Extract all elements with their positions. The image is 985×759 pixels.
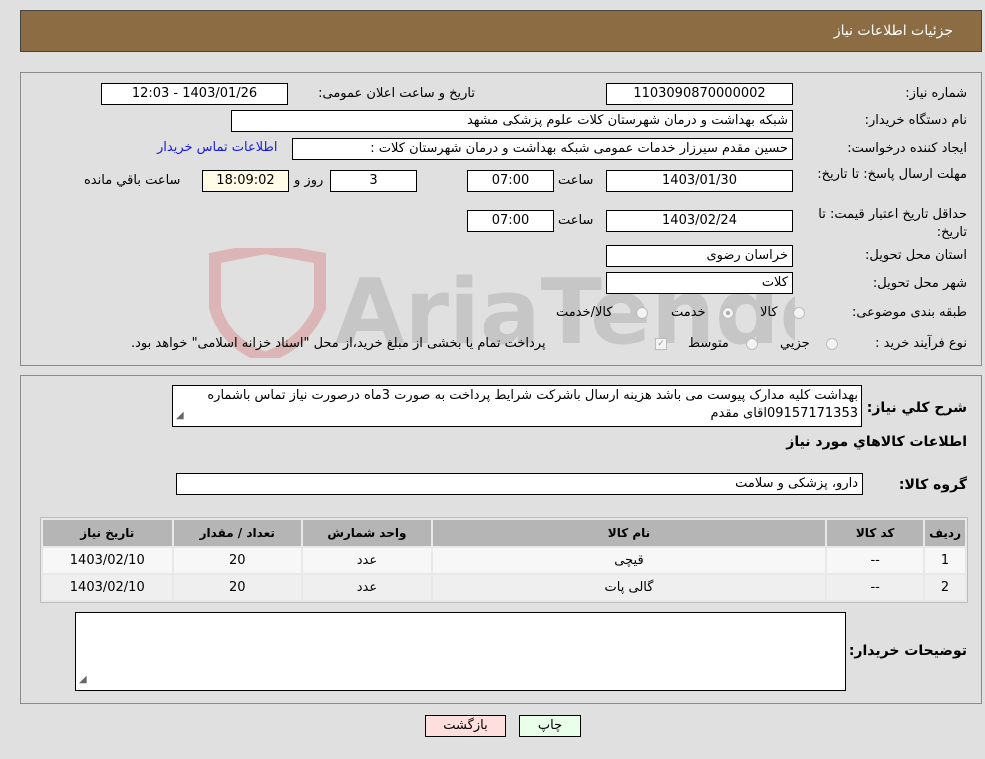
cell-goods-code: -- <box>827 548 924 573</box>
remaining-time-label: ساعت باقي مانده <box>84 173 181 188</box>
col-goods-name: نام کالا <box>432 520 826 546</box>
response-deadline-time-label: ساعت <box>558 173 594 188</box>
goods-group-field[interactable]: دارو، پزشکی و سلامت <box>176 473 863 495</box>
description-label: شرح كلي نياز: <box>866 400 967 416</box>
cell-unit: عدد <box>302 575 431 600</box>
delivery-province-label: استان محل تحویل: <box>865 248 967 263</box>
announce-datetime-label: تاریخ و ساعت اعلان عمومی: <box>318 86 475 101</box>
purchase-option-medium: متوسط <box>688 336 729 351</box>
col-need-date: تاریخ نیاز <box>43 520 172 546</box>
category-option-service: خدمت <box>671 305 706 320</box>
buyer-org-field[interactable]: شبکه بهداشت و درمان شهرستان کلات علوم پز… <box>231 110 793 132</box>
cell-quantity: 20 <box>173 575 301 600</box>
resize-grip-icon[interactable]: ◢ <box>176 407 184 425</box>
table-header-row: ردیف کد کالا نام کالا واحد شمارش تعداد /… <box>43 520 965 546</box>
purchase-radio-minor[interactable] <box>826 338 838 350</box>
announce-datetime-field[interactable]: 1403/01/26 - 12:03 <box>101 83 288 105</box>
col-quantity: تعداد / مقدار <box>173 520 301 546</box>
remaining-days-field[interactable]: 3 <box>330 170 417 192</box>
table-row: 2 -- گالی پات عدد 20 1403/02/10 <box>43 575 965 600</box>
remaining-time-field[interactable]: 18:09:02 <box>202 170 289 192</box>
print-button[interactable]: چاپ <box>519 715 581 737</box>
cell-goods-code: -- <box>827 575 924 600</box>
category-radio-goods-service[interactable] <box>636 307 648 319</box>
cell-need-date: 1403/02/10 <box>43 548 172 573</box>
buyer-notes-label: توضیحات خریدار: <box>848 643 967 659</box>
cell-quantity: 20 <box>173 548 301 573</box>
back-button[interactable]: بازگشت <box>425 715 506 737</box>
col-goods-code: کد کالا <box>827 520 924 546</box>
delivery-city-label: شهر محل تحویل: <box>872 276 967 291</box>
cell-need-date: 1403/02/10 <box>43 575 172 600</box>
cell-unit: عدد <box>302 548 431 573</box>
purchase-radio-medium[interactable] <box>746 338 758 350</box>
price-validity-time-label: ساعت <box>558 213 594 228</box>
buyer-notes-textarea[interactable]: ◢ <box>75 612 846 691</box>
items-table: ردیف کد کالا نام کالا واحد شمارش تعداد /… <box>40 517 968 603</box>
goods-section-title: اطلاعات كالاهاي مورد نياز <box>786 434 967 450</box>
response-deadline-date[interactable]: 1403/01/30 <box>606 170 793 192</box>
delivery-province-field[interactable]: خراسان رضوی <box>606 245 793 267</box>
col-row-number: ردیف <box>925 520 965 546</box>
buyer-org-label: نام دستگاه خریدار: <box>864 113 967 128</box>
category-radio-service[interactable] <box>722 307 734 319</box>
col-unit: واحد شمارش <box>302 520 431 546</box>
treasury-checkbox-label: پرداخت تمام یا بخشی از مبلغ خرید،از محل … <box>131 336 546 351</box>
days-label: روز و <box>294 173 324 188</box>
category-option-goods: کالا <box>760 305 778 320</box>
need-number-label: شماره نیاز: <box>905 86 967 101</box>
price-validity-label: حداقل تاریخ اعتبار قیمت: تا تاریخ: <box>818 207 967 240</box>
cell-row-number: 2 <box>925 575 965 600</box>
description-textarea[interactable]: بهداشت کلیه مدارک پیوست می باشد هزینه ار… <box>172 385 862 427</box>
price-validity-time[interactable]: 07:00 <box>467 210 554 232</box>
purchase-option-minor: جزيي <box>780 336 810 351</box>
requester-label: ایجاد کننده درخواست: <box>847 141 967 156</box>
response-deadline-label: مهلت ارسال پاسخ: تا تاریخ: <box>817 167 967 182</box>
cell-goods-name: گالی پات <box>432 575 826 600</box>
category-option-goods-service: کالا/خدمت <box>556 305 613 320</box>
need-number-field[interactable]: 1103090870000002 <box>606 83 793 105</box>
requester-field[interactable]: حسین مقدم سیرزار خدمات عمومی شبکه بهداشت… <box>292 138 793 160</box>
resize-grip-icon[interactable]: ◢ <box>79 671 87 689</box>
purchase-type-label: نوع فرآیند خرید : <box>875 336 967 351</box>
table-row: 1 -- قیچی عدد 20 1403/02/10 <box>43 548 965 573</box>
goods-group-label: گروه کالا: <box>898 477 967 493</box>
page-header: جزئیات اطلاعات نیاز <box>20 10 982 52</box>
cell-goods-name: قیچی <box>432 548 826 573</box>
items-table-wrapper: ردیف کد کالا نام کالا واحد شمارش تعداد /… <box>40 517 968 603</box>
response-deadline-time[interactable]: 07:00 <box>467 170 554 192</box>
price-validity-date[interactable]: 1403/02/24 <box>606 210 793 232</box>
buyer-contact-link[interactable]: اطلاعات تماس خریدار <box>157 140 277 155</box>
treasury-checkbox[interactable]: ✓ <box>655 338 667 350</box>
page-title: جزئیات اطلاعات نیاز <box>833 23 953 39</box>
delivery-city-field[interactable]: کلات <box>606 272 793 294</box>
description-text: بهداشت کلیه مدارک پیوست می باشد هزینه ار… <box>207 388 858 421</box>
cell-row-number: 1 <box>925 548 965 573</box>
category-radio-goods[interactable] <box>793 307 805 319</box>
category-label: طبقه بندی موضوعی: <box>851 305 967 320</box>
